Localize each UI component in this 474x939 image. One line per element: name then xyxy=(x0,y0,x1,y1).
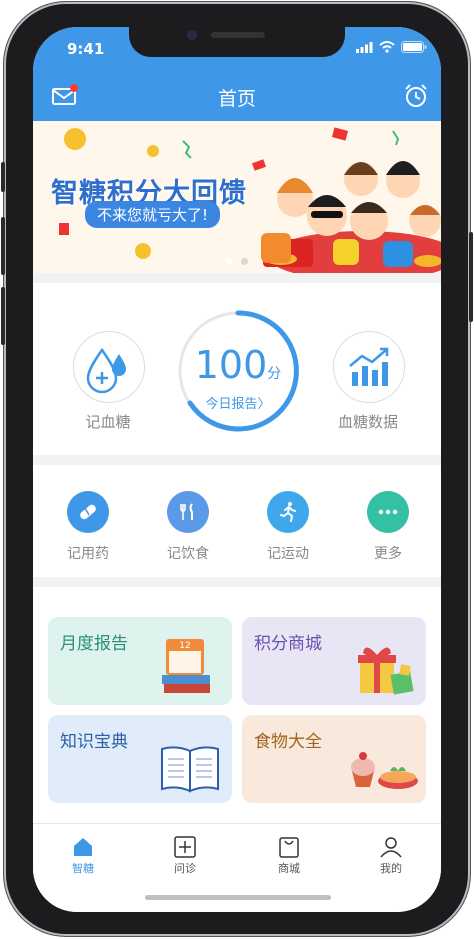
tab-mall[interactable]: 商城 xyxy=(259,834,319,876)
mute-switch xyxy=(1,162,5,192)
knowledge-tile[interactable]: 知识宝典 xyxy=(48,715,232,803)
signal-icon xyxy=(356,41,373,53)
feature-tiles-card: 月度报告 12 积分商城 知识宝典 食物大全 xyxy=(33,587,441,823)
score-ring[interactable]: 100分 今日报告〉 xyxy=(176,309,300,433)
monthly-report-title: 月度报告 xyxy=(60,634,128,654)
open-book-icon xyxy=(161,746,219,793)
status-time: 9:41 xyxy=(67,40,105,58)
tab-me[interactable]: 我的 xyxy=(361,834,421,876)
notch xyxy=(129,27,345,57)
status-icons xyxy=(356,41,427,53)
pill-icon xyxy=(80,504,96,520)
calendar-books-icon: 12 xyxy=(162,639,210,693)
page-title: 首页 xyxy=(217,88,256,110)
cupcake-dish-icon xyxy=(351,752,418,789)
record-medication-label: 记用药 xyxy=(67,546,109,562)
today-report-link[interactable]: 今日报告〉 xyxy=(176,393,300,412)
quick-actions-card: 记用药 记饮食 记运动 更多 xyxy=(33,465,441,577)
wifi-icon xyxy=(379,41,395,53)
points-mall-title: 积分商城 xyxy=(254,634,322,654)
calendar-day: 12 xyxy=(179,641,190,651)
banner-subline: 不来您就亏大了! xyxy=(85,201,221,228)
blood-sugar-data-label: 血糖数据 xyxy=(337,413,398,431)
blood-sugar-data-button[interactable] xyxy=(333,331,405,403)
volume-up-button xyxy=(1,217,5,275)
tab-me-label: 我的 xyxy=(380,862,402,875)
tab-consult-label: 问诊 xyxy=(174,862,196,875)
tab-consult[interactable]: 问诊 xyxy=(155,834,215,876)
shopping-bag-icon xyxy=(279,837,299,858)
home-indicator[interactable] xyxy=(145,895,331,900)
score-value: 100分 xyxy=(176,343,300,387)
main-action-card: 记血糖 100分 今日报告〉 血糖数据 xyxy=(33,283,441,455)
knowledge-title: 知识宝典 xyxy=(60,732,128,752)
power-button xyxy=(469,232,473,322)
alarm-clock-icon[interactable] xyxy=(402,83,430,109)
tab-home-label: 智糖 xyxy=(72,862,94,875)
score-unit: 分 xyxy=(267,366,282,382)
earpiece-speaker xyxy=(211,32,265,38)
more-label: 更多 xyxy=(374,546,402,562)
nav-bar: 首页 xyxy=(33,71,441,121)
front-camera xyxy=(187,30,197,40)
carousel-dots xyxy=(33,258,441,265)
record-diet-label: 记饮食 xyxy=(167,546,209,562)
points-mall-tile[interactable]: 积分商城 xyxy=(242,617,426,705)
more-button[interactable] xyxy=(367,491,409,533)
home-icon xyxy=(74,838,92,856)
medical-plus-icon xyxy=(174,836,196,858)
promo-banner[interactable]: 智糖积分大回馈 不来您就亏大了! xyxy=(33,121,441,273)
record-exercise-button[interactable] xyxy=(267,491,309,533)
tab-mall-label: 商城 xyxy=(278,862,300,875)
user-icon xyxy=(380,837,402,858)
record-blood-sugar-label: 记血糖 xyxy=(85,413,131,431)
carousel-dot xyxy=(241,258,248,265)
record-medication-button[interactable] xyxy=(67,491,109,533)
score-number: 100 xyxy=(194,343,268,387)
food-encyclopedia-tile[interactable]: 食物大全 xyxy=(242,715,426,803)
tab-home[interactable]: 智糖 xyxy=(53,834,113,876)
record-exercise-label: 记运动 xyxy=(267,546,309,562)
record-blood-sugar-button[interactable] xyxy=(73,331,145,403)
app-screen: 9:41 首页 智糖积分大回馈 不来您就亏大了! 记血糖 100分 今日报告〉 … xyxy=(33,27,441,912)
more-icon xyxy=(378,509,398,515)
fork-knife-icon xyxy=(180,503,193,520)
food-encyclopedia-title: 食物大全 xyxy=(254,732,322,752)
volume-down-button xyxy=(1,287,5,345)
blood-drop-icon xyxy=(86,347,126,394)
running-icon xyxy=(280,502,296,522)
battery-icon xyxy=(401,41,427,53)
monthly-report-tile[interactable]: 月度报告 12 xyxy=(48,617,232,705)
carousel-dot-active xyxy=(226,258,233,265)
record-diet-button[interactable] xyxy=(167,491,209,533)
gift-box-icon xyxy=(358,647,414,695)
bar-chart-icon xyxy=(349,347,389,386)
